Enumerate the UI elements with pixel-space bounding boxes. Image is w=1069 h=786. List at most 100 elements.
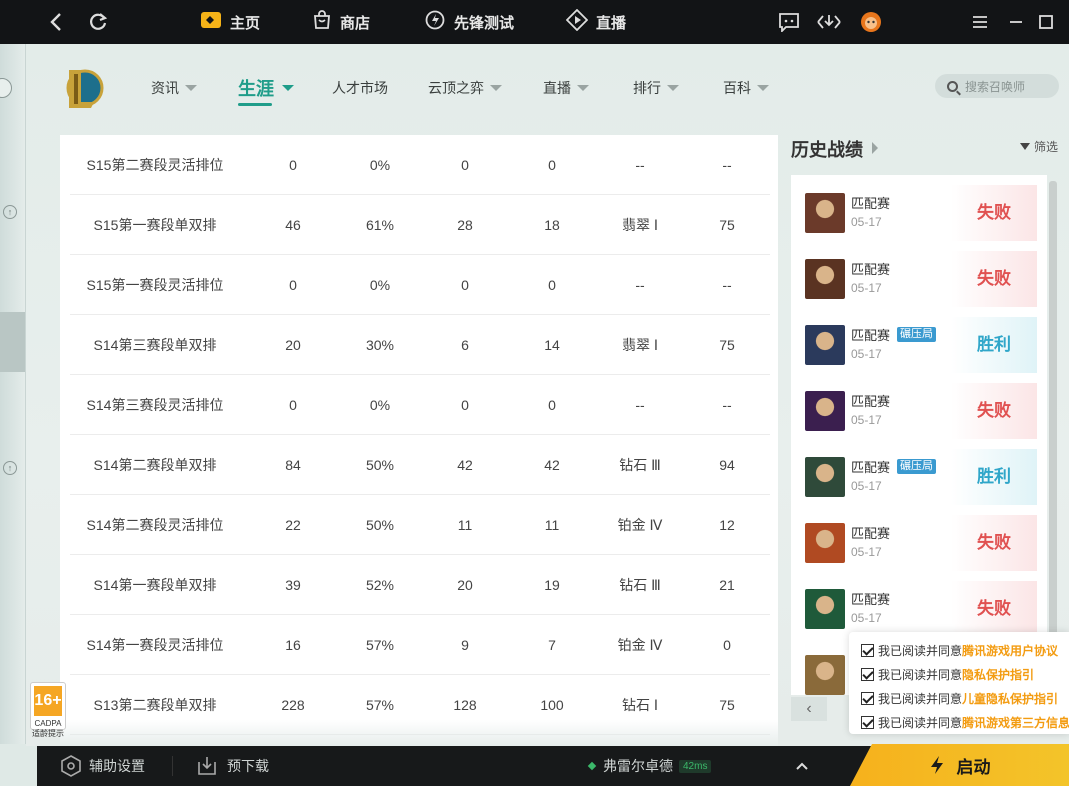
scroll-up-icon[interactable]: ↑ [3,461,17,475]
nav-label: 排行 [633,80,661,96]
agreement-checkbox[interactable] [861,667,874,681]
agreement-checkbox[interactable] [861,715,874,729]
live-icon [565,8,589,35]
chevron-right-icon[interactable] [872,142,878,154]
match-result: 失败 [951,251,1037,307]
table-row[interactable]: S14第二赛段灵活排位 22 50% 11 11 铂金 Ⅳ 12 [70,495,770,555]
lightning-icon [930,756,943,774]
games-count: 84 [285,457,301,473]
tab-label: 先锋测试 [454,14,515,32]
collapse-toggle[interactable] [0,78,12,98]
match-mode: 匹配赛 [851,196,891,211]
season-name: S14第一赛段灵活排位 [86,637,224,653]
search-input[interactable]: 搜索召唤师 [935,74,1059,98]
age-rating-number: 16+ [34,686,62,716]
chevron-down-icon [667,85,679,91]
match-item[interactable]: 匹配赛 碾压局 05-17 胜利 [791,439,1047,505]
agreement-link[interactable]: 腾讯游戏用户协议 [962,642,1058,659]
losses-count: 0 [548,397,556,413]
server-selector[interactable]: 弗雷尔卓德 42ms [587,746,712,786]
back-arrow-icon[interactable] [44,4,68,40]
chat-icon[interactable] [776,4,802,40]
nav-talent-market[interactable]: 人才市场 [332,76,388,100]
filter-label: 筛选 [1034,140,1059,154]
rank-tier: 钻石 Ⅲ [619,577,661,593]
match-item[interactable]: 匹配赛 05-17 失败 [791,571,1047,637]
tab-pioneer-test[interactable]: 先锋测试 [424,0,514,44]
season-name: S14第二赛段单双排 [93,457,217,473]
tab-home[interactable]: 主页 [200,0,260,44]
table-row[interactable]: S15第一赛段灵活排位 0 0% 0 0 -- -- [70,255,770,315]
nav-label: 百科 [723,80,751,96]
table-row[interactable]: S14第一赛段单双排 39 52% 20 19 钻石 Ⅲ 21 [70,555,770,615]
history-title[interactable]: 历史战绩 [791,136,863,162]
assist-settings-button[interactable]: 辅助设置 [61,746,145,786]
side-scroll-thumb[interactable] [0,312,25,372]
maximize-icon[interactable] [1034,4,1058,40]
match-item[interactable]: 匹配赛 05-17 失败 [791,175,1047,241]
agreement-text: 我已阅读并同意 [878,691,963,706]
scroll-up-icon[interactable]: ↑ [3,205,17,219]
agreement-text: 我已阅读并同意 [878,715,963,730]
stomp-badge: 碾压局 [897,327,936,342]
table-row[interactable]: S14第二赛段单双排 84 50% 42 42 钻石 Ⅲ 94 [70,435,770,495]
predownload-label: 预下载 [227,758,269,774]
server-name: 弗雷尔卓德 [603,758,673,774]
match-result: 失败 [951,383,1037,439]
agreement-checkbox[interactable] [861,643,874,657]
refresh-icon[interactable] [84,4,112,40]
history-scrollbar[interactable] [1049,181,1057,651]
win-rate: 30% [365,337,395,353]
agreement-checkbox[interactable] [861,691,874,705]
filter-button[interactable]: 筛选 [1020,138,1058,155]
games-count: 22 [285,517,301,533]
table-row[interactable]: S15第一赛段单双排 46 61% 28 18 翡翠 Ⅰ 75 [70,195,770,255]
minimize-icon[interactable] [1004,4,1028,40]
download-icon[interactable] [815,4,843,40]
nav-career[interactable]: 生涯 [238,76,294,106]
agreement-link[interactable]: 腾讯游戏第三方信息 [962,714,1069,731]
table-row[interactable]: S14第三赛段灵活排位 0 0% 0 0 -- -- [70,375,770,435]
nav-tft[interactable]: 云顶之弈 [428,76,502,100]
tab-live[interactable]: 直播 [565,0,626,44]
filter-icon [1020,143,1030,150]
season-name: S14第三赛段单双排 [93,337,217,353]
games-count: 0 [289,157,297,173]
chevron-up-icon[interactable] [795,746,809,786]
win-rate: 0% [369,397,391,413]
launch-button[interactable]: 启动 [850,744,1069,786]
nav-rank[interactable]: 排行 [633,76,679,100]
season-name: S14第三赛段灵活排位 [86,397,224,413]
history-prev-button[interactable]: ‹ [791,697,827,721]
match-result: 失败 [951,581,1037,637]
table-row[interactable]: S14第三赛段单双排 20 30% 6 14 翡翠 Ⅰ 75 [70,315,770,375]
rank-tier: 铂金 Ⅳ [617,637,663,653]
match-item[interactable]: 匹配赛 05-17 失败 [791,505,1047,571]
nav-news[interactable]: 资讯 [151,76,197,100]
match-item[interactable]: 匹配赛 碾压局 05-17 胜利 [791,307,1047,373]
season-name: S14第一赛段单双排 [93,577,217,593]
table-row[interactable]: S15第二赛段灵活排位 0 0% 0 0 -- -- [70,135,770,195]
rank-tier: 钻石 Ⅲ [619,457,661,473]
chevron-down-icon [490,85,502,91]
league-logo[interactable] [64,66,104,112]
match-item[interactable]: 匹配赛 05-17 失败 [791,373,1047,439]
games-count: 0 [289,277,297,293]
rank-tier: -- [635,157,645,173]
table-row[interactable]: S14第一赛段灵活排位 16 57% 9 7 铂金 Ⅳ 0 [70,615,770,675]
agreement-link[interactable]: 隐私保护指引 [962,666,1034,683]
match-result: 失败 [951,515,1037,571]
match-item[interactable]: 匹配赛 05-17 失败 [791,241,1047,307]
rank-tier: 翡翠 Ⅰ [621,337,659,353]
season-name: S15第一赛段单双排 [93,217,217,233]
league-points: 21 [719,577,735,593]
menu-icon[interactable] [968,4,992,40]
agreement-link[interactable]: 儿童隐私保护指引 [962,690,1058,707]
history-list: 匹配赛 05-17 失败 匹配赛 05-17 失败 匹配赛 碾压局 05-17 胜利 匹配赛 05-1… [791,175,1047,695]
nav-live[interactable]: 直播 [543,76,589,100]
avatar-icon[interactable] [858,4,884,40]
agreement-text: 我已阅读并同意 [878,643,963,658]
tab-shop[interactable]: 商店 [312,0,370,44]
predownload-button[interactable]: 预下载 [197,746,269,786]
nav-wiki[interactable]: 百科 [723,76,769,100]
